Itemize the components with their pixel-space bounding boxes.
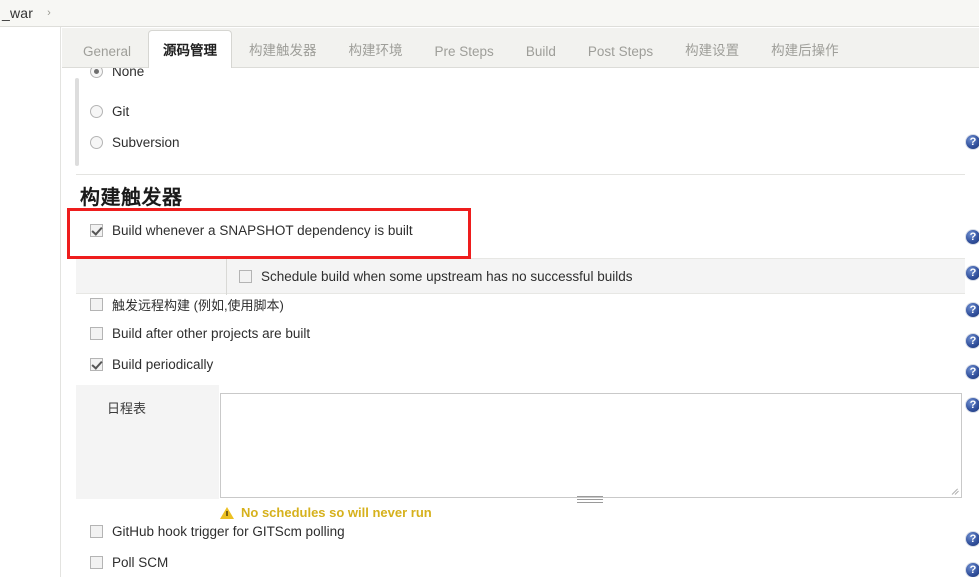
trigger-schedule-upstream-label: Schedule build when some upstream has no… (261, 268, 633, 284)
checkbox-remote-build[interactable] (90, 298, 103, 311)
scm-option-git[interactable]: Git (90, 104, 979, 119)
trigger-build-after-projects-label: Build after other projects are built (112, 326, 311, 341)
trigger-snapshot-dependency-label: Build whenever a SNAPSHOT dependency is … (112, 223, 413, 238)
trigger-poll-scm-label: Poll SCM (112, 555, 169, 570)
help-icon-snapshot-dependency[interactable] (965, 229, 979, 245)
schedule-label-cell (76, 385, 219, 499)
trigger-poll-scm[interactable]: Poll SCM (90, 555, 979, 570)
breadcrumb-item-project[interactable]: _war (2, 5, 33, 21)
trigger-build-periodically[interactable]: Build periodically (90, 357, 979, 372)
trigger-build-after-projects[interactable]: Build after other projects are built (90, 326, 979, 341)
scm-option-git-label: Git (112, 104, 130, 119)
help-icon-scm[interactable] (965, 134, 979, 150)
schedule-field-label: 日程表 (107, 401, 147, 416)
tab-build-environment[interactable]: 构建环境 (334, 30, 418, 68)
trigger-github-hook[interactable]: GitHub hook trigger for GITScm polling (90, 524, 979, 539)
trigger-schedule-upstream-row[interactable]: Schedule build when some upstream has no… (76, 258, 965, 295)
tab-pre-steps[interactable]: Pre Steps (420, 35, 509, 68)
checkbox-build-after-projects[interactable] (90, 327, 103, 340)
radio-git[interactable] (90, 105, 103, 118)
trigger-github-hook-label: GitHub hook trigger for GITScm polling (112, 524, 345, 539)
help-icon-build-after-projects[interactable] (965, 333, 979, 349)
radio-subversion[interactable] (90, 136, 103, 149)
trigger-build-periodically-label: Build periodically (112, 357, 214, 372)
tab-general[interactable]: General (68, 35, 146, 68)
help-icon-poll-scm[interactable] (965, 562, 979, 577)
tab-build-settings[interactable]: 构建设置 (670, 30, 754, 68)
scm-option-subversion[interactable]: Subversion (90, 135, 979, 150)
radio-none[interactable] (90, 68, 103, 78)
help-icon-remote-build[interactable] (965, 302, 979, 318)
textarea-drag-handle[interactable] (577, 496, 603, 503)
schedule-input[interactable] (220, 393, 962, 498)
tab-post-steps[interactable]: Post Steps (573, 35, 668, 68)
tab-post-build-actions[interactable]: 构建后操作 (756, 30, 854, 68)
schedule-warning: No schedules so will never run (220, 505, 432, 520)
help-icon-schedule-upstream[interactable] (965, 265, 979, 281)
scm-option-subversion-label: Subversion (112, 135, 180, 150)
checkbox-build-periodically[interactable] (90, 358, 103, 371)
breadcrumb: _war › (0, 0, 979, 27)
checkbox-snapshot-dependency[interactable] (90, 224, 103, 237)
nested-divider (226, 259, 227, 295)
tab-source-management[interactable]: 源码管理 (148, 30, 233, 68)
help-icon-build-periodically[interactable] (965, 364, 979, 380)
warning-triangle-icon (220, 506, 234, 519)
checkbox-github-hook[interactable] (90, 525, 103, 538)
checkbox-schedule-upstream[interactable] (239, 269, 252, 283)
config-tab-bar: General 源码管理 构建触发器 构建环境 Pre Steps Build … (62, 28, 979, 68)
trigger-remote-build[interactable]: 触发远程构建 (例如,使用脚本) (90, 295, 979, 314)
tab-build-triggers[interactable]: 构建触发器 (234, 30, 332, 68)
scm-option-none[interactable]: None (90, 68, 979, 79)
chevron-right-icon: › (47, 7, 51, 19)
build-triggers-heading: 构建触发器 (80, 187, 183, 209)
trigger-remote-build-label: 触发远程构建 (例如,使用脚本) (112, 298, 284, 313)
config-form-body: None Git Subversion 构建触发器 Build whenever… (62, 68, 979, 577)
tab-build[interactable]: Build (511, 35, 571, 68)
form-scroll-rail[interactable] (75, 78, 79, 166)
trigger-snapshot-dependency[interactable]: Build whenever a SNAPSHOT dependency is … (90, 223, 979, 238)
schedule-warning-text: No schedules so will never run (241, 505, 432, 520)
help-icon-github-hook[interactable] (965, 531, 979, 547)
section-divider (76, 174, 965, 175)
help-icon-schedule[interactable] (965, 397, 979, 413)
left-gutter (0, 27, 61, 577)
checkbox-poll-scm[interactable] (90, 556, 103, 569)
scm-option-none-label: None (112, 68, 145, 79)
